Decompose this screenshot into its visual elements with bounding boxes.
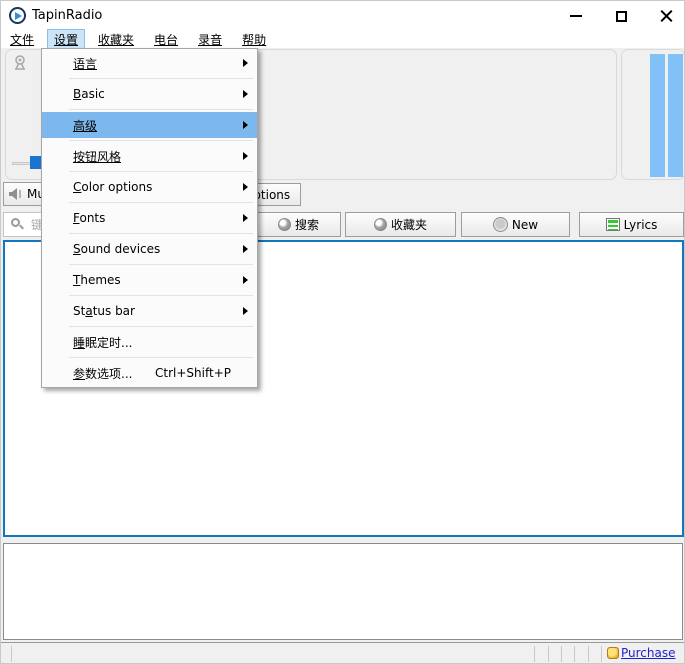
- favorites-button-label: 收藏夹: [391, 216, 427, 233]
- menu-separator: [69, 326, 253, 327]
- menu-item-color-options[interactable]: Color options: [42, 174, 257, 200]
- submenu-arrow-icon: [243, 307, 248, 315]
- new-button[interactable]: New: [461, 212, 570, 237]
- search-swirl-icon: [278, 218, 291, 231]
- menu-separator: [69, 202, 253, 203]
- menu-recording[interactable]: 录音: [191, 29, 229, 50]
- favorites-swirl-icon: [374, 218, 387, 231]
- menu-item-sound-devices[interactable]: Sound devices: [42, 236, 257, 262]
- menu-item-button-style[interactable]: 按钮风格: [42, 143, 257, 169]
- close-button[interactable]: [647, 1, 685, 31]
- submenu-arrow-icon: [243, 90, 248, 98]
- tapinradio-window: TapinRadio 文件 设置 收藏夹 电台 录音 帮助 Mute O: [0, 0, 685, 664]
- lyrics-doc-icon: [606, 218, 620, 231]
- titlebar: TapinRadio: [1, 1, 685, 31]
- menu-favorites[interactable]: 收藏夹: [91, 29, 141, 50]
- submenu-arrow-icon: [243, 152, 248, 160]
- speaker-icon: [9, 188, 23, 200]
- lyrics-button[interactable]: Lyrics: [579, 212, 684, 237]
- submenu-arrow-icon: [243, 214, 248, 222]
- radio-icon: [12, 55, 28, 71]
- window-title: TapinRadio: [32, 8, 102, 23]
- menu-file[interactable]: 文件: [3, 29, 41, 50]
- new-circle-icon: [493, 217, 508, 232]
- menu-item-language[interactable]: 语言: [42, 50, 257, 76]
- menu-item-fonts[interactable]: Fonts: [42, 205, 257, 231]
- submenu-arrow-icon: [243, 276, 248, 284]
- search-button-label: 搜索: [295, 216, 319, 233]
- menu-separator: [69, 295, 253, 296]
- shortcut-label: Ctrl+Shift+P: [155, 366, 231, 380]
- submenu-arrow-icon: [243, 59, 248, 67]
- minimize-button[interactable]: [557, 1, 595, 31]
- menu-separator: [69, 78, 253, 79]
- search-button[interactable]: 搜索: [256, 212, 341, 237]
- submenu-arrow-icon: [243, 245, 248, 253]
- menu-settings[interactable]: 设置: [47, 29, 85, 50]
- vu-bar-right: [668, 54, 683, 177]
- menu-separator: [69, 171, 253, 172]
- menu-item-basic[interactable]: Basic: [42, 81, 257, 107]
- menu-help[interactable]: 帮助: [235, 29, 273, 50]
- menu-separator: [69, 357, 253, 358]
- submenu-arrow-icon: [243, 183, 248, 191]
- menu-item-sleep-timer[interactable]: 睡眠定时...: [42, 329, 257, 355]
- purchase-icon: [607, 647, 619, 659]
- menu-item-preferences[interactable]: 参数选项... Ctrl+Shift+P: [42, 360, 257, 386]
- menu-stations[interactable]: 电台: [147, 29, 185, 50]
- menu-separator: [69, 233, 253, 234]
- app-play-icon: [9, 7, 26, 24]
- lyrics-button-label: Lyrics: [624, 218, 658, 232]
- menu-item-status-bar[interactable]: Status bar: [42, 298, 257, 324]
- purchase-link[interactable]: Purchase: [621, 646, 676, 660]
- maximize-icon: [616, 11, 627, 22]
- favorites-button[interactable]: 收藏夹: [345, 212, 456, 237]
- search-icon: [11, 218, 24, 231]
- menu-separator: [69, 109, 253, 110]
- vu-meter-panel: [621, 49, 685, 180]
- settings-dropdown-menu: 语言 Basic 高级 按钮风格 Color options Fonts: [41, 48, 258, 388]
- menu-separator: [69, 264, 253, 265]
- details-area[interactable]: [3, 543, 683, 640]
- submenu-arrow-icon: [243, 121, 248, 129]
- statusbar: Purchase: [1, 642, 685, 664]
- menu-item-themes[interactable]: Themes: [42, 267, 257, 293]
- vu-bar-left: [650, 54, 665, 177]
- menu-item-advanced[interactable]: 高级: [42, 112, 257, 138]
- purchase-area: Purchase: [607, 646, 676, 660]
- minimize-icon: [570, 15, 582, 17]
- menubar: 文件 设置 收藏夹 电台 录音 帮助: [1, 31, 685, 48]
- maximize-button[interactable]: [602, 1, 640, 31]
- close-icon: [660, 10, 673, 23]
- new-button-label: New: [512, 218, 538, 232]
- menu-separator: [69, 140, 253, 141]
